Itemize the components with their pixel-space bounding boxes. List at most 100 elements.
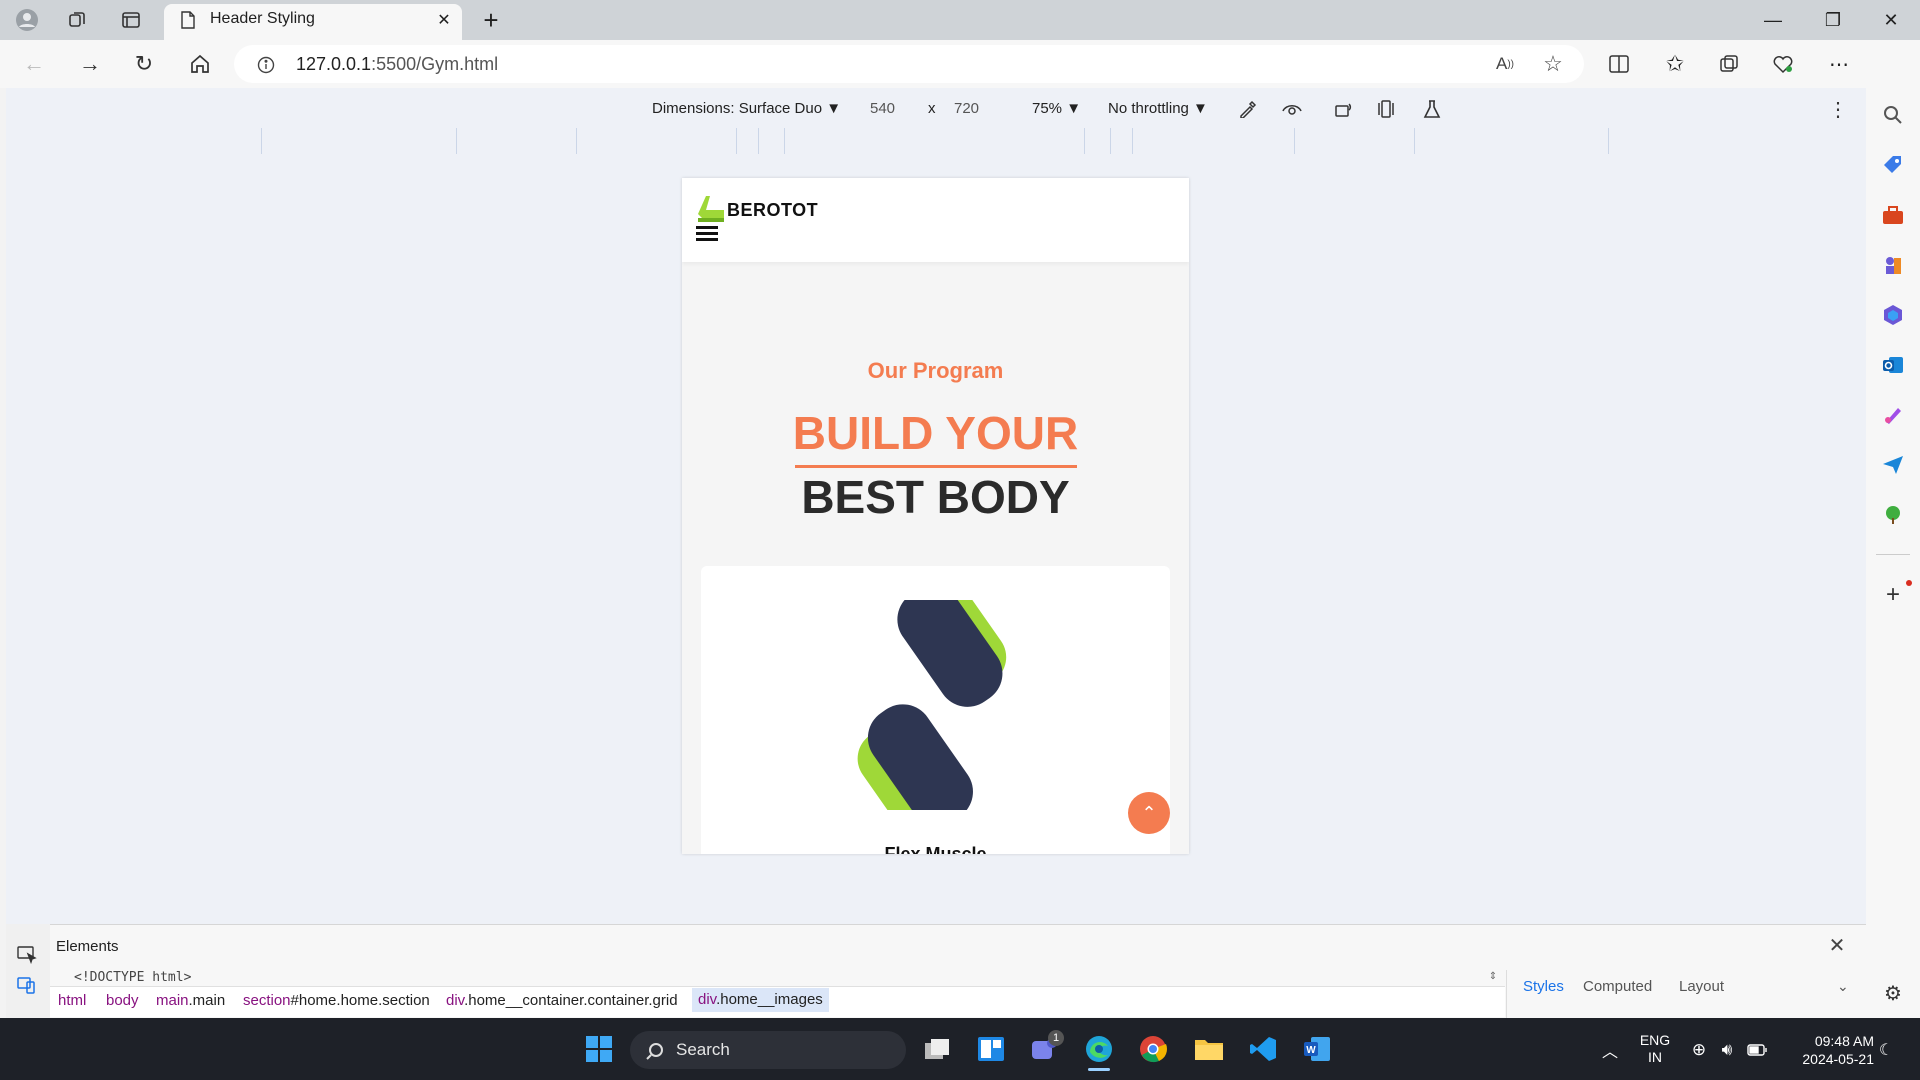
breadcrumb-selector: .main [188,992,226,1009]
breadcrumb-tag: html [58,992,87,1009]
more-options-icon[interactable]: ⋮ [1824,96,1852,122]
devtools-settings-icon[interactable]: ⚙ [1876,978,1910,1008]
sidebar-divider [1876,554,1910,555]
designer-icon[interactable] [1876,398,1910,432]
forward-icon[interactable]: → [72,48,108,80]
dumbbell-icon [806,584,1066,831]
home-icon[interactable] [182,48,218,80]
scroll-arrows-icon[interactable]: ⇕ [1486,966,1500,986]
browser-essentials-icon[interactable] [1768,50,1798,78]
throttling-select[interactable]: No throttling ▼ [1108,100,1208,117]
breadcrumb-item[interactable]: html [58,992,86,1009]
dimension-times: x [928,100,936,117]
close-window-button[interactable]: ✕ [1868,6,1914,34]
site-info-icon[interactable] [254,54,278,76]
refresh-icon[interactable]: ↻ [126,48,162,80]
clock-time: 09:48 AM [1814,1033,1874,1049]
eyedropper-icon[interactable] [1234,96,1262,122]
brand-name[interactable]: BEROTOT [727,200,818,221]
media-query-ruler [6,128,1866,155]
network-icon[interactable]: ⊕ [1688,1038,1710,1062]
breadcrumb-selector: .home__images [716,991,823,1008]
experiments-icon[interactable] [1418,96,1446,122]
breadcrumb-selector: #home.home.section [290,992,430,1009]
width-input[interactable]: 540 [870,100,895,117]
url-path: :5500/Gym.html [371,54,499,74]
vision-deficiency-icon[interactable] [1278,96,1306,122]
close-tab-icon[interactable]: ✕ [432,8,456,32]
region-code: IN [1648,1049,1662,1065]
show-hidden-icons-icon[interactable]: ︿ [1598,1038,1622,1062]
battery-icon[interactable] [1746,1038,1768,1062]
volume-icon[interactable]: 🔊︎ [1716,1038,1738,1062]
taskbar-search[interactable] [630,1031,906,1069]
vscode-icon[interactable] [1240,1026,1286,1072]
back-icon[interactable]: ← [16,48,52,80]
device-screen: BEROTOT Our Program BUILD YOUR BEST BODY… [682,178,1189,854]
shopping-tag-icon[interactable] [1876,148,1910,182]
sensors-icon[interactable] [1330,96,1358,122]
tab-title: Header Styling [210,10,315,27]
games-chess-icon[interactable] [1876,248,1910,282]
input-language[interactable]: ENG IN [1638,1032,1672,1066]
chevron-down-icon[interactable]: ⌄ [1837,978,1849,995]
rotate-icon[interactable] [1372,96,1400,122]
system-clock[interactable]: 09:48 AM 2024-05-21 [1786,1032,1874,1068]
doctype-node[interactable]: <!DOCTYPE html> [74,970,191,985]
menu-hamburger-icon[interactable] [696,226,718,242]
hero-title-line2: BEST BODY [801,471,1070,523]
new-tab-button[interactable]: + [476,5,506,35]
height-input[interactable]: 720 [954,100,979,117]
edge-taskbar-icon[interactable] [1076,1026,1122,1072]
breadcrumb-item[interactable]: div.home__container.container.grid [446,992,678,1009]
outlook-icon[interactable] [1876,348,1910,382]
tab-computed[interactable]: Computed [1583,978,1652,995]
breadcrumb-item[interactable]: main.main [156,992,225,1009]
url-text[interactable]: 127.0.0.1:5500/Gym.html [296,54,498,75]
svg-text:W: W [1306,1045,1316,1056]
workspaces-icon[interactable] [62,6,92,34]
breadcrumb-item[interactable]: section#home.home.section [243,992,430,1009]
breadcrumb-item[interactable]: div.home__images [692,988,829,1012]
add-sidebar-app-icon[interactable]: + [1876,578,1910,612]
drop-send-icon[interactable] [1876,448,1910,482]
word-icon[interactable]: W [1294,1026,1340,1072]
zoom-select[interactable]: 75% ▼ [1032,100,1081,117]
scroll-up-button[interactable]: ⌃ [1128,792,1170,834]
tree-extension-icon[interactable] [1876,498,1910,532]
device-emulation-icon[interactable] [12,972,42,998]
breadcrumb-item[interactable]: body [106,992,139,1009]
title-underline [795,465,1077,468]
dimensions-select[interactable]: Dimensions: Surface Duo ▼ [652,100,841,117]
split-screen-icon[interactable] [1604,50,1634,78]
microsoft-365-icon[interactable] [1876,298,1910,332]
inspect-element-icon[interactable] [12,942,42,968]
collections-icon[interactable] [1714,50,1744,78]
file-explorer-icon[interactable] [1186,1026,1232,1072]
start-icon[interactable] [576,1026,622,1072]
favorites-icon[interactable]: ✩ [1660,50,1690,78]
tab-layout[interactable]: Layout [1679,978,1724,995]
tab-styles[interactable]: Styles [1523,978,1564,995]
logo-icon[interactable] [696,192,726,222]
breadcrumb-tag: div [446,992,465,1009]
favorite-star-icon[interactable]: ☆ [1538,50,1568,78]
language-code: ENG [1639,1032,1671,1048]
task-view-icon[interactable] [914,1026,960,1072]
tab-actions-icon[interactable] [116,6,146,34]
read-aloud-icon[interactable]: A)) [1490,50,1520,78]
settings-menu-icon[interactable]: ⋯ [1824,50,1854,78]
profile-icon[interactable] [12,6,42,34]
chrome-icon[interactable] [1130,1026,1176,1072]
styles-pane: Styles Computed Layout ⌄ [1506,970,1867,1018]
clock-date: 2024-05-21 [1802,1051,1874,1067]
breadcrumb-tag: section [243,992,291,1009]
minimize-button[interactable]: — [1750,6,1796,34]
tools-toolbox-icon[interactable] [1876,198,1910,232]
focus-moon-icon[interactable]: ☾ [1874,1038,1898,1062]
restore-button[interactable]: ❐ [1810,6,1856,34]
elements-tab[interactable]: Elements [56,938,119,955]
widgets-icon[interactable] [968,1026,1014,1072]
search-icon[interactable] [1876,98,1910,132]
close-devtools-icon[interactable]: ✕ [1822,932,1852,958]
